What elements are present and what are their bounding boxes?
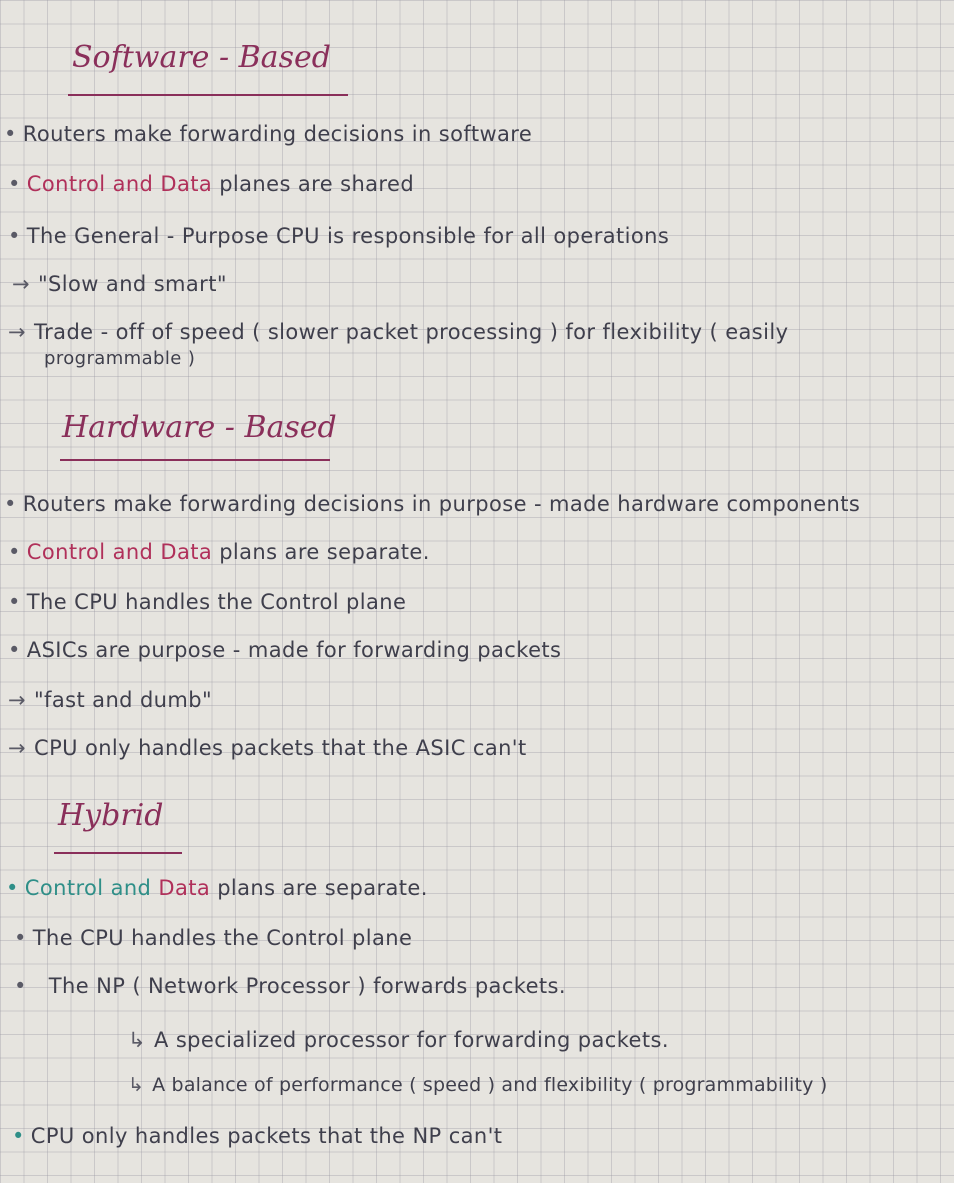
bullet-icon: • [6, 876, 19, 900]
note-line: • The General - Purpose CPU is responsibl… [8, 224, 669, 248]
note-line: • The CPU handles the Control plane [8, 590, 406, 614]
bullet-icon: • [14, 974, 27, 998]
note-text: A balance of performance ( speed ) and f… [152, 1074, 828, 1096]
data-word: Data [160, 172, 213, 196]
bullet-icon: • [8, 172, 21, 196]
note-text: The General - Purpose CPU is responsible… [26, 224, 670, 248]
notebook-page: Software - Based • Routers make forwardin… [0, 0, 954, 1183]
note-text: plans are separate. [217, 876, 428, 900]
note-line: ↳ A specialized processor for forwarding … [128, 1028, 669, 1052]
note-text: Trade - off of speed ( slower packet pro… [34, 320, 789, 344]
heading-hardware-based: Hardware - Based [62, 410, 337, 445]
data-word: Data [160, 540, 213, 564]
control-text: Control and [26, 172, 154, 196]
note-line: • The CPU handles the Control plane [14, 926, 412, 950]
data-word: Data [158, 876, 211, 900]
bullet-icon: • [12, 1124, 25, 1148]
control-text: Control and [24, 876, 152, 900]
arrow-icon: → [8, 736, 26, 760]
bullet-icon: • [8, 224, 21, 248]
note-text: CPU only handles packets that the NP can… [30, 1124, 503, 1148]
bullet-icon: • [14, 926, 27, 950]
note-line: programmable ) [44, 348, 195, 369]
note-line: • ASICs are purpose - made for forwarding… [8, 638, 561, 662]
note-text: The NP ( Network Processor ) forwards pa… [48, 974, 566, 998]
heading-software-based: Software - Based [72, 40, 331, 75]
note-line: • Control and Data planes are shared [8, 172, 414, 196]
control-text: Control and [26, 540, 154, 564]
bullet-icon: • [8, 590, 21, 614]
note-line: → Trade - off of speed ( slower packet pr… [8, 320, 788, 344]
sub-arrow-icon: ↳ [128, 1074, 145, 1096]
note-text: A specialized processor for forwarding p… [154, 1028, 669, 1052]
note-line: • Routers make forwarding decisions in pu… [4, 492, 860, 516]
note-text: Routers make forwarding decisions in pur… [22, 492, 861, 516]
bullet-icon: • [4, 492, 17, 516]
bullet-icon: • [4, 122, 17, 146]
note-line: → CPU only handles packets that the ASIC … [8, 736, 527, 760]
note-line: ↳ A balance of performance ( speed ) and … [128, 1074, 827, 1096]
note-text: Routers make forwarding decisions in sof… [22, 122, 533, 146]
note-text: planes are shared [219, 172, 415, 196]
bullet-icon: • [8, 638, 21, 662]
note-line: • CPU only handles packets that the NP ca… [12, 1124, 502, 1148]
note-line: • The NP ( Network Processor ) forwards p… [14, 974, 566, 998]
note-line: • Control and Data plans are separate. [8, 540, 430, 564]
note-text: The CPU handles the Control plane [26, 590, 407, 614]
note-text: "fast and dumb" [34, 688, 213, 712]
arrow-icon: → [8, 688, 26, 712]
note-line: • Control and Data plans are separate. [6, 876, 428, 900]
heading-hybrid: Hybrid [58, 798, 164, 833]
note-line: → "fast and dumb" [8, 688, 212, 712]
note-text: ASICs are purpose - made for forwarding … [26, 638, 562, 662]
heading-underline [54, 852, 182, 854]
bullet-icon: • [8, 540, 21, 564]
arrow-icon: → [8, 320, 26, 344]
note-text: "Slow and smart" [38, 272, 227, 296]
note-text: plans are separate. [219, 540, 430, 564]
note-line: • Routers make forwarding decisions in so… [4, 122, 532, 146]
note-text: CPU only handles packets that the ASIC c… [34, 736, 527, 760]
heading-underline [68, 94, 348, 96]
note-text: The CPU handles the Control plane [32, 926, 413, 950]
arrow-icon: → [12, 272, 30, 296]
sub-arrow-icon: ↳ [128, 1028, 146, 1052]
note-line: → "Slow and smart" [12, 272, 227, 296]
heading-underline [60, 459, 330, 461]
note-text: programmable ) [44, 348, 196, 369]
